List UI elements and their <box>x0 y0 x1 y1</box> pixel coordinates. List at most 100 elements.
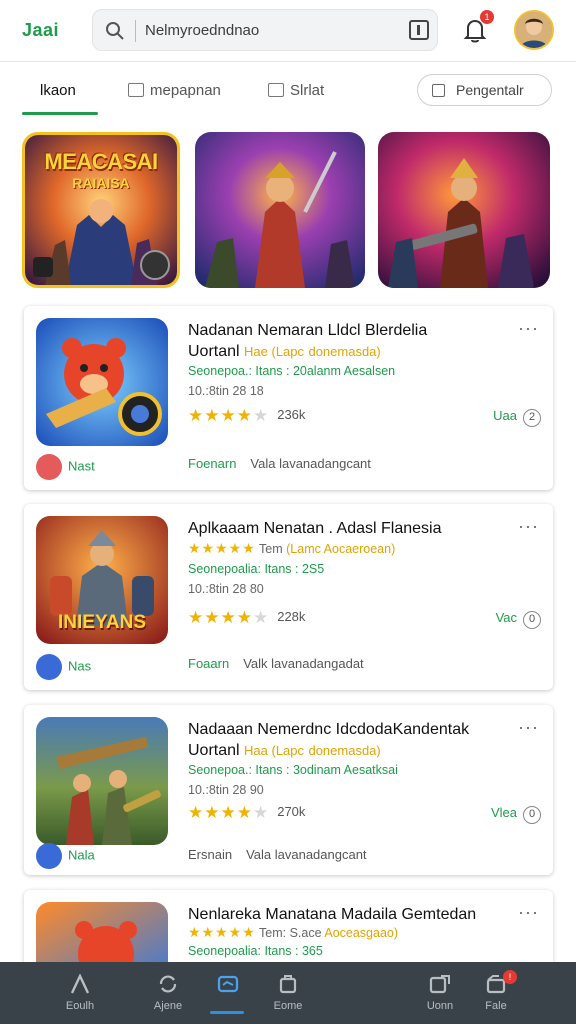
app-art-label: INIEYANS <box>58 612 146 633</box>
refresh-icon <box>159 975 177 993</box>
app-date: 10.:8tin 28 18 <box>188 384 264 398</box>
app-meta: Seonepoalia: Itans : 365 <box>188 944 323 958</box>
app-author[interactable]: Nas <box>36 654 91 680</box>
nav-files-badge: ! <box>503 970 517 984</box>
rating-count: 236k <box>277 407 306 422</box>
nav-item-apps[interactable]: Ajene <box>138 970 198 1012</box>
category-icon <box>128 83 144 97</box>
app-thumbnail[interactable] <box>36 717 168 845</box>
search-divider <box>135 20 136 42</box>
app-title[interactable]: Nadanan Nemaran Lldcl Blerdelia Uortanl H… <box>188 320 498 362</box>
app-rating: ★★★★★ 228k <box>188 608 306 627</box>
search-input[interactable]: Nelmyroedndnao <box>145 22 259 39</box>
nav-label: Uonn <box>426 1000 454 1012</box>
featured-game-1[interactable]: MEACASAI RAIAISA <box>22 132 180 288</box>
featured-game-2[interactable] <box>195 132 365 288</box>
app-date: 10.:8tin 28 90 <box>188 783 264 797</box>
bottom-navigation: Eoulh Ajene Eome Uonn Fale <box>0 962 576 1024</box>
author-name: Nala <box>68 847 95 863</box>
tab-category-label: mepapnan <box>150 82 221 99</box>
rating-count: 228k <box>277 609 306 624</box>
app-tag: (Lamc <box>286 542 321 556</box>
app-meta: Seonepoa.: Itans : 20alanm Aesalsen <box>188 364 395 378</box>
more-options-icon[interactable]: ··· <box>518 516 539 537</box>
app-action-button[interactable]: Vlea 0 <box>491 805 541 824</box>
nav-item-store[interactable]: Eome <box>258 970 318 1012</box>
app-tag-prefix: Tem <box>259 542 283 556</box>
app-action-count: 0 <box>523 806 541 824</box>
tab-status-label: Slrlat <box>290 82 325 99</box>
app-mini-rating: ★★★★★ <box>188 540 256 556</box>
app-card[interactable]: Nadanan Nemaran Lldcl Blerdelia Uortanl H… <box>24 306 553 490</box>
store-icon <box>279 975 297 994</box>
more-options-icon[interactable]: ··· <box>518 318 539 339</box>
search-shortcut-icon[interactable] <box>409 20 429 40</box>
app-mini-rating: ★★★★★ <box>188 924 256 940</box>
app-title-line2: Uortanl <box>188 343 240 360</box>
app-thumbnail[interactable]: INIEYANS <box>36 516 168 644</box>
filter-icon <box>432 84 445 97</box>
tab-category[interactable]: mepapnan <box>128 82 221 99</box>
app-action-count: 2 <box>523 409 541 427</box>
tab-status[interactable]: Slrlat <box>268 82 324 99</box>
more-options-icon[interactable]: ··· <box>518 902 539 923</box>
tab-active-indicator <box>22 112 98 115</box>
footer-link[interactable]: Ersnain <box>188 847 232 862</box>
app-meta-text: Seonepoalia: Itans : 365 <box>188 944 323 958</box>
author-icon <box>36 654 62 680</box>
more-options-icon[interactable]: ··· <box>518 717 539 738</box>
home-icon <box>70 974 90 994</box>
app-date: 10.:8tin 28 80 <box>188 582 264 596</box>
author-icon <box>36 454 62 480</box>
app-thumbnail[interactable] <box>36 318 168 446</box>
app-tag-secondary: donemasda) <box>308 743 381 758</box>
app-meta-text: Seonepoa.: Itans : 3odinam Aesatksai <box>188 763 398 777</box>
avatar[interactable] <box>514 10 554 50</box>
footer-link[interactable]: Foaarn <box>188 656 229 671</box>
nav-item-files[interactable]: Fale <box>466 970 526 1012</box>
app-subline: ★★★★★ Tem (Lamc Aocaeroean) <box>188 540 395 557</box>
app-logo[interactable]: Jaai <box>22 20 59 41</box>
app-action-count: 0 <box>523 611 541 629</box>
app-tag-prefix: Tem: <box>259 926 287 940</box>
search-bar[interactable]: Nelmyroedndnao <box>92 9 438 51</box>
app-title[interactable]: Nadaaan Nemerdnc IdcdodaKandentak Uortanl… <box>188 719 498 761</box>
featured-game-3[interactable] <box>378 132 550 288</box>
app-action-label: Uaa <box>493 408 517 423</box>
author-icon <box>36 843 62 869</box>
app-card[interactable]: Nadaaan Nemerdnc IdcdodaKandentak Uortanl… <box>24 705 553 875</box>
tab-home[interactable]: lkaon <box>40 82 76 99</box>
app-title-line1: Nadaaan Nemerdnc IdcdodaKandentak <box>188 721 470 738</box>
app-card[interactable]: INIEYANS Aplkaaam Nenatan . Adasl Flanes… <box>24 504 553 690</box>
footer-link[interactable]: Foenarn <box>188 456 236 471</box>
nav-label: Fale <box>485 1000 507 1012</box>
nav-label: Ajene <box>153 1000 183 1012</box>
app-action-label: Vac <box>495 610 517 625</box>
app-action-button[interactable]: Vac 0 <box>496 610 541 629</box>
app-tag: Hae (Lapc <box>244 344 305 359</box>
filter-pill-button[interactable]: Pengentalr <box>417 74 552 106</box>
nav-item-updates[interactable]: Uonn <box>410 970 470 1012</box>
top-bar: Jaai Nelmyroedndnao 1 <box>0 0 576 62</box>
nav-item-home[interactable]: Eoulh <box>50 970 110 1012</box>
app-tag-secondary: donemasda) <box>308 344 381 359</box>
app-title[interactable]: Aplkaaam Nenatan . Adasl Flanesia <box>188 518 498 539</box>
app-art-bear <box>36 318 168 446</box>
app-tag: S.ace <box>289 926 322 940</box>
app-action-button[interactable]: Uaa 2 <box>493 408 541 427</box>
app-title[interactable]: Nenlareka Manatana Madaila Gemtedan <box>188 904 498 925</box>
app-footer: Foaarn Valk lavanadangadat <box>188 656 364 671</box>
notification-badge: 1 <box>480 10 494 24</box>
nav-label: Eoulh <box>65 1000 95 1012</box>
app-tag: Haa (Lapc <box>244 743 305 758</box>
featured-title: MEACASAI <box>44 149 158 174</box>
app-author[interactable]: Nast <box>36 454 95 480</box>
app-footer: Ersnain Vala lavanadangcant <box>188 847 367 862</box>
author-name: Nas <box>68 658 92 674</box>
app-rating: ★★★★★ 236k <box>188 406 306 425</box>
rating-count: 270k <box>277 804 306 819</box>
nav-item-games[interactable] <box>198 970 258 1000</box>
app-author[interactable]: Nala <box>36 843 95 869</box>
app-title-line1: Nadanan Nemaran Lldcl Blerdelia <box>188 322 428 339</box>
app-meta-text: Seonepoalia: Itans : 2S5 <box>188 562 325 576</box>
